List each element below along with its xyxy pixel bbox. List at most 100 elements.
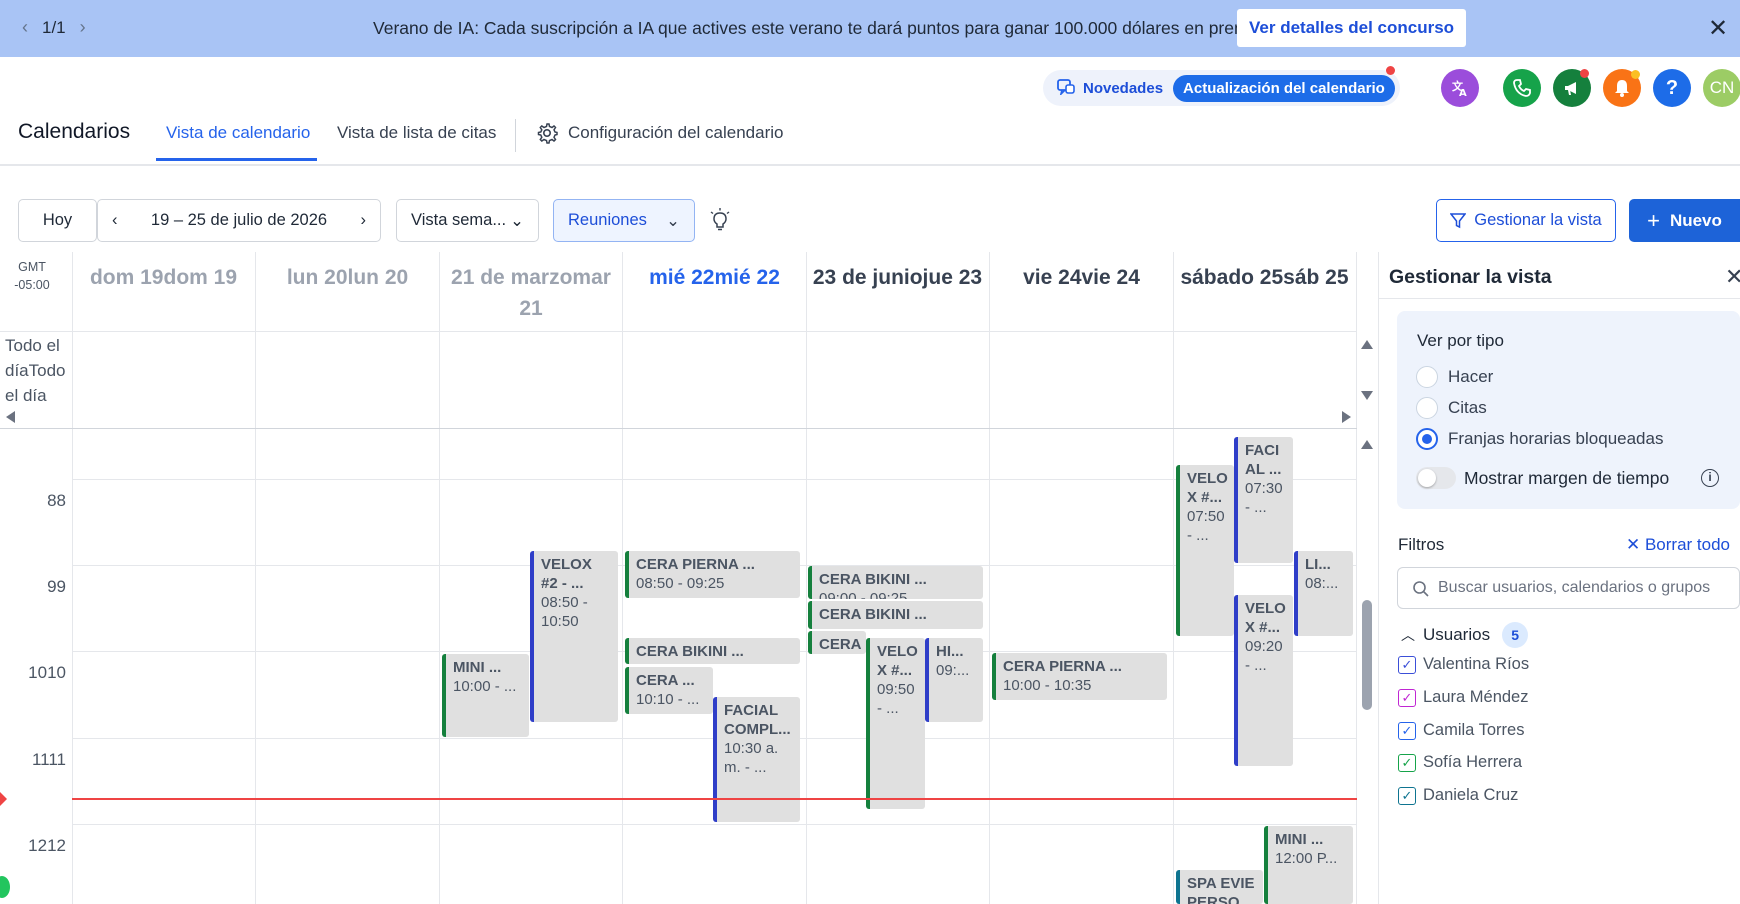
event-card[interactable]: CERA PIERNA ... 10:00 - 10:35 <box>992 653 1167 700</box>
user-name: Camila Torres <box>1423 721 1525 739</box>
checkbox-user[interactable]: ✓ <box>1398 722 1416 740</box>
event-card[interactable]: VELO X #... 09:20 - ... <box>1234 595 1293 766</box>
search-placeholder: Buscar usuarios, calendarios o grupos <box>1438 579 1711 596</box>
nav-divider <box>515 119 516 152</box>
event-time: 07:50 - ... <box>1187 508 1225 544</box>
scroll-up-icon[interactable] <box>1361 340 1373 349</box>
radio-label-blocked-slots: Franjas horarias bloqueadas <box>1448 429 1664 448</box>
event-card[interactable]: VELO X #... 07:50 - ... <box>1176 465 1234 636</box>
event-card[interactable]: MINI ... 12:00 P... <box>1264 826 1353 904</box>
user-name: Sofía Herrera <box>1423 753 1523 771</box>
day-header-thu[interactable]: 23 de juniojue 23 <box>806 262 989 293</box>
user-name: Daniela Cruz <box>1423 786 1519 804</box>
allday-divider <box>0 428 1357 429</box>
day-header-sat[interactable]: sábado 25sáb 25 <box>1173 262 1356 293</box>
event-card[interactable]: SPA EVIE PERSO... <box>1176 870 1263 904</box>
vertical-scrollbar[interactable] <box>1362 600 1372 710</box>
view-select[interactable]: Vista sema... ⌄ <box>396 199 539 242</box>
radio-blocked-slots[interactable] <box>1416 428 1438 450</box>
event-card[interactable]: CERA BIKINI ... <box>625 638 800 664</box>
event-card[interactable]: CERA PIERNA ... 08:50 - 09:25 <box>625 551 800 598</box>
meeting-type-select[interactable]: Reuniones ⌄ <box>553 199 695 242</box>
day-header-wed[interactable]: mié 22mié 22 <box>623 262 806 293</box>
checkbox-user[interactable]: ✓ <box>1398 787 1416 805</box>
grid-line <box>806 252 807 904</box>
event-card[interactable]: CERA BIKINI ... 09:00 - 09:25 <box>808 566 983 599</box>
tab-calendar-settings[interactable]: Configuración del calendario <box>536 122 783 144</box>
info-icon[interactable]: i <box>1701 469 1719 487</box>
chevron-right-icon[interactable]: › <box>80 17 86 38</box>
whats-new-label: Novedades <box>1083 79 1164 97</box>
pager-count: 1/1 <box>42 17 66 37</box>
timezone-label: GMT -05:00 <box>14 260 50 292</box>
user-name: Laura Méndez <box>1423 688 1529 706</box>
event-card[interactable]: VELO X #... 09:50 - ... <box>866 638 925 809</box>
scroll-down-icon[interactable] <box>1361 391 1373 400</box>
hour-label: 1010 <box>28 663 66 682</box>
scroll-right-icon[interactable] <box>1342 411 1351 423</box>
filter-icon <box>1450 212 1467 228</box>
settings-label: Configuración del calendario <box>568 123 784 142</box>
day-header-tue[interactable]: 21 de marzomar 21 <box>440 262 622 324</box>
chevron-down-icon: ⌄ <box>666 211 680 230</box>
calendar-update-pill[interactable]: Actualización del calendario <box>1173 74 1395 102</box>
search-input[interactable]: Buscar usuarios, calendarios o grupos <box>1397 567 1740 609</box>
close-icon[interactable]: ✕ <box>1725 264 1740 290</box>
radio-appointments[interactable] <box>1416 397 1438 419</box>
day-header-sun[interactable]: dom 19dom 19 <box>72 262 255 293</box>
whats-new-widget[interactable]: Novedades Actualización del calendario <box>1043 70 1400 106</box>
event-card[interactable]: FACI AL ... 07:30 - ... <box>1234 437 1293 563</box>
contest-details-button[interactable]: Ver detalles del concurso <box>1237 9 1467 47</box>
event-card[interactable]: VELOX #2 - ... 08:50 - 10:50 <box>530 551 618 722</box>
chevron-left-icon[interactable]: ‹ <box>22 17 28 38</box>
new-button[interactable]: + Nuevo <box>1629 199 1740 242</box>
clear-all-link[interactable]: ✕ Borrar todo <box>1626 535 1730 555</box>
checkbox-user[interactable]: ✓ <box>1398 754 1416 772</box>
scroll-left-icon[interactable] <box>6 411 15 423</box>
checkbox-user[interactable]: ✓ <box>1398 689 1416 707</box>
help-icon[interactable]: ? <box>1653 69 1691 107</box>
translate-icon[interactable]: 文A <box>1441 69 1479 107</box>
event-title: CERA BIKINI ... <box>819 571 927 588</box>
meeting-type-value: Reuniones <box>568 211 647 229</box>
event-card[interactable]: LI... 08:... <box>1294 551 1353 636</box>
today-button[interactable]: Hoy <box>18 199 97 242</box>
header-divider <box>0 331 1357 332</box>
event-title: VELO X #... <box>1245 600 1286 636</box>
event-title: CERA BIKINI ... <box>819 606 927 623</box>
event-title: VELO X #... <box>877 643 918 679</box>
event-title: CERA ... <box>636 672 695 689</box>
event-card[interactable]: CERA ... 10:10 - ... <box>625 667 713 714</box>
chevron-right-icon[interactable]: › <box>361 211 367 230</box>
event-card[interactable]: CERA BIKINI ... <box>808 601 983 629</box>
event-title: FACI AL ... <box>1245 442 1282 478</box>
day-header-mon[interactable]: lun 20lun 20 <box>256 262 439 293</box>
phone-icon[interactable] <box>1503 69 1541 107</box>
users-group-header[interactable]: ︿ Usuarios 5 <box>1401 622 1529 648</box>
avatar[interactable]: CN <box>1703 69 1740 107</box>
scroll-up-icon[interactable] <box>1361 440 1373 449</box>
event-card[interactable]: MINI ... 10:00 - ... <box>442 654 529 737</box>
chevron-left-icon[interactable]: ‹ <box>112 211 118 230</box>
manage-view-button[interactable]: Gestionar la vista <box>1436 199 1616 242</box>
close-icon: ✕ <box>1626 535 1645 554</box>
close-icon[interactable]: ✕ <box>1708 14 1728 43</box>
panel-title: Gestionar la vista <box>1389 266 1552 288</box>
chevron-up-icon: ︿ <box>1401 627 1415 643</box>
tab-appointment-list[interactable]: Vista de lista de citas <box>337 123 496 143</box>
event-card[interactable]: CERA <box>808 631 866 654</box>
event-card[interactable]: HI... 09:... <box>925 638 983 722</box>
status-indicator[interactable] <box>0 876 10 898</box>
banner-pager: ‹ 1/1 › <box>22 17 86 38</box>
radio-todo[interactable] <box>1416 366 1438 388</box>
tab-calendar-view[interactable]: Vista de calendario <box>166 123 310 143</box>
hour-line <box>72 479 1357 480</box>
time-margin-toggle[interactable] <box>1416 467 1456 489</box>
grid-line <box>439 252 440 904</box>
date-range-picker[interactable]: ‹ 19 – 25 de julio de 2026 › <box>97 199 381 242</box>
day-header-fri[interactable]: vie 24vie 24 <box>990 262 1173 293</box>
checkbox-user[interactable]: ✓ <box>1398 656 1416 674</box>
event-card[interactable]: FACIAL COMPL... 10:30 a. m. - ... <box>713 697 800 822</box>
event-title: CERA <box>819 636 862 653</box>
lightbulb-icon[interactable] <box>709 208 731 232</box>
